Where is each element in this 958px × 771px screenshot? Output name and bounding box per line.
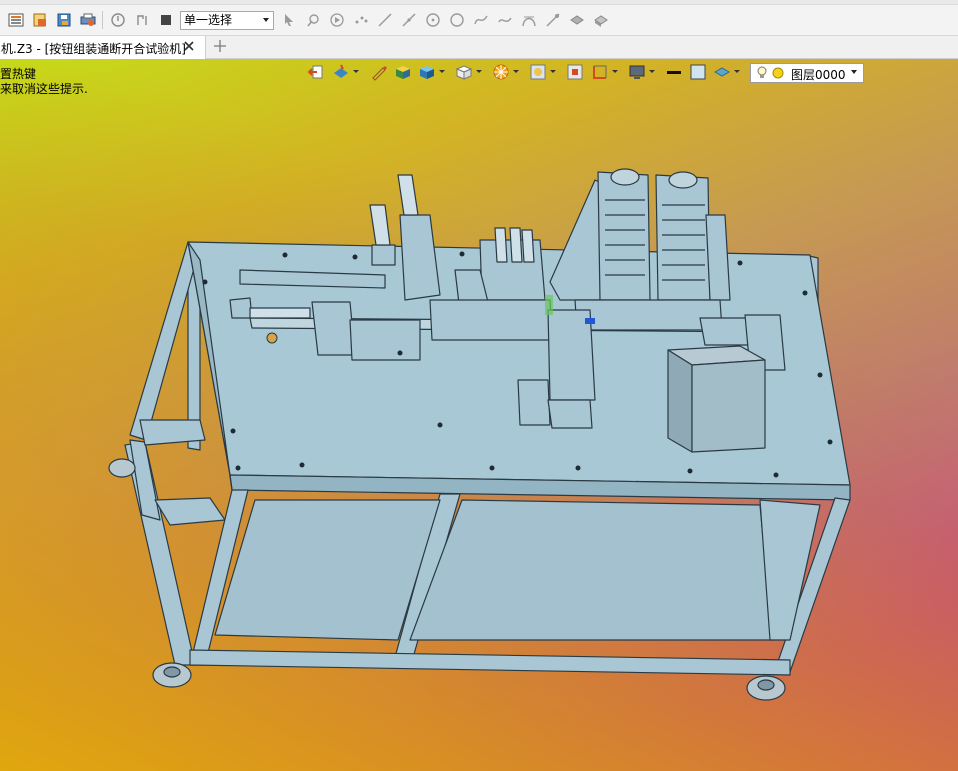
left-vertical-cylinder [369, 204, 391, 246]
control-box-front [691, 359, 766, 453]
layer-name: 图层0000 [791, 68, 846, 82]
spline-icon[interactable] [473, 12, 489, 28]
lightbulb-icon [757, 66, 767, 78]
redo-icon[interactable] [134, 12, 150, 28]
right-housing-2 [655, 174, 711, 301]
arc-icon[interactable] [521, 12, 537, 28]
add-tab-icon[interactable] [213, 39, 227, 53]
selection-filter-dropdown[interactable]: 单一选择 [180, 11, 274, 30]
lower-shelf-right [409, 499, 773, 641]
housing-2-cap [668, 171, 698, 189]
pointer-icon[interactable] [281, 12, 297, 28]
indicator-disc [266, 332, 278, 344]
wireframe-dropdown-icon[interactable] [476, 70, 482, 73]
pencil-icon[interactable] [370, 63, 388, 81]
selection-filter-value: 单一选择 [184, 13, 233, 27]
sun-icon [772, 67, 784, 79]
center-rod-3 [521, 229, 535, 263]
chevron-down-icon [851, 70, 857, 74]
document-tab-label: 机.Z3 - [按钮组装通断开合试验机] [1, 42, 186, 56]
circle-icon[interactable] [449, 12, 465, 28]
list-icon[interactable] [8, 12, 24, 28]
center-rod-1 [494, 227, 508, 263]
curve-icon[interactable] [497, 12, 513, 28]
zoom-view-icon[interactable] [529, 63, 547, 81]
layer-stack-dropdown-icon[interactable] [734, 70, 740, 73]
fill-color-icon[interactable] [689, 63, 707, 81]
foot-back-left [108, 458, 136, 478]
hint-text: 来取消这些提示. [0, 82, 88, 96]
left-tower-base [371, 244, 396, 266]
clip-plane-icon[interactable] [591, 63, 609, 81]
housing-1-cap [610, 168, 640, 186]
left-lower-crossbar [154, 497, 226, 526]
chevron-down-icon [263, 18, 269, 22]
undo-icon[interactable] [110, 12, 126, 28]
lower-station-left [517, 379, 551, 426]
machine-model[interactable] [0, 59, 958, 771]
circle-center-icon[interactable] [425, 12, 441, 28]
point-icon[interactable] [353, 12, 369, 28]
layer-dropdown[interactable]: 图层0000 [750, 63, 864, 83]
section-view-icon[interactable] [566, 63, 584, 81]
foot-front-right-bolt [757, 679, 775, 691]
line-weight-icon[interactable] [665, 63, 683, 81]
shaded-box-icon[interactable] [418, 63, 436, 81]
front-bottom-rail [189, 649, 791, 676]
document-tab[interactable]: 机.Z3 - [按钮组装通断开合试验机] [0, 36, 206, 59]
exit-view-icon[interactable] [307, 63, 325, 81]
center-carriage [429, 299, 553, 341]
left-slide-assembly [311, 301, 356, 356]
close-icon[interactable] [182, 39, 196, 53]
green-marker [545, 295, 553, 315]
left-crossbar [139, 419, 206, 446]
main-toolbar: 单一选择 [0, 0, 958, 36]
trim-icon[interactable] [545, 12, 561, 28]
print-icon[interactable] [80, 12, 96, 28]
play-icon[interactable] [329, 12, 345, 28]
left-cylinder-rod [249, 307, 311, 319]
wireframe-box-icon[interactable] [455, 63, 473, 81]
document-tab-bar: 机.Z3 - [按钮组装通断开合试验机] [0, 36, 958, 59]
control-box-side [667, 349, 693, 453]
polyline-icon[interactable] [401, 12, 417, 28]
right-side-cylinder [705, 214, 731, 301]
3d-viewport[interactable]: 置热键 来取消这些提示. 图层0000 [0, 59, 958, 771]
zoom-dropdown-icon[interactable] [550, 70, 556, 73]
lower-station-base [547, 399, 593, 429]
toolbar-top-edge [0, 0, 958, 5]
center-rod-2 [509, 227, 523, 263]
shape-icon[interactable] [569, 12, 585, 28]
solid-box-icon[interactable] [394, 63, 412, 81]
surface-icon[interactable] [593, 12, 609, 28]
left-carriage [349, 319, 421, 361]
display-icon[interactable] [628, 63, 646, 81]
right-housing-1 [597, 171, 651, 301]
line-icon[interactable] [377, 12, 393, 28]
angled-plate [549, 179, 606, 301]
save-file-icon[interactable] [56, 12, 72, 28]
color-dropdown-icon[interactable] [513, 70, 519, 73]
toolbar-separator [102, 11, 103, 29]
render-mode-icon[interactable] [332, 63, 350, 81]
left-tower [399, 214, 441, 301]
right-base-block [574, 299, 723, 331]
display-dropdown-icon[interactable] [649, 70, 655, 73]
clip-dropdown-icon[interactable] [612, 70, 618, 73]
foot-front-left-bolt [163, 666, 181, 678]
right-vertical-cylinder [397, 174, 419, 216]
left-end-block [229, 297, 253, 319]
render-mode-dropdown-icon[interactable] [353, 70, 359, 73]
open-file-icon[interactable] [32, 12, 48, 28]
sensor-marker [585, 318, 595, 324]
shaded-dropdown-icon[interactable] [439, 70, 445, 73]
stop-icon[interactable] [158, 12, 174, 28]
color-wheel-icon[interactable] [492, 63, 510, 81]
pick-icon[interactable] [305, 12, 321, 28]
layer-stack-icon[interactable] [713, 63, 731, 81]
